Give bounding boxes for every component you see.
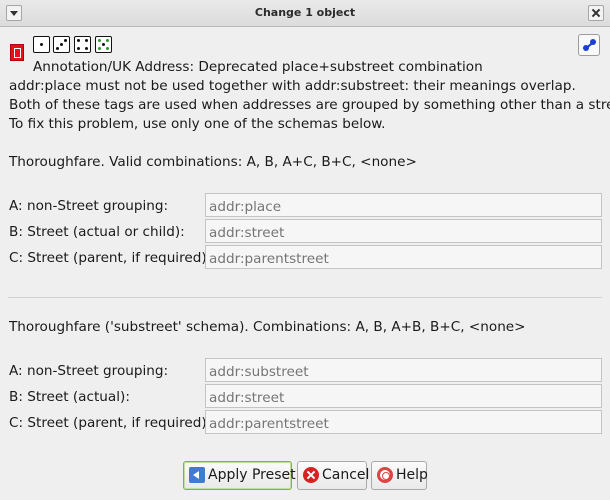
help-label: Help [396, 467, 428, 483]
section1-heading: Thoroughfare. Valid combinations: A, B, … [9, 154, 417, 170]
cancel-button[interactable]: Cancel [297, 461, 370, 490]
preset-heading: Annotation/UK Address: Deprecated place+… [33, 59, 483, 75]
description-line-3: To fix this problem, use only one of the… [9, 116, 386, 132]
close-icon[interactable] [588, 5, 604, 21]
cancel-label: Cancel [322, 467, 370, 483]
description-line-1: addr:place must not be used together wit… [9, 78, 576, 94]
title-bar: Change 1 object [0, 0, 610, 27]
section-separator [8, 297, 602, 298]
dice-five-icon [95, 36, 112, 53]
node-preset-icon[interactable] [578, 34, 600, 56]
section2-label-b: B: Street (actual): [9, 389, 130, 405]
josm-file-icon [10, 44, 24, 61]
dice-three-icon [53, 36, 70, 53]
lifebuoy-help-icon [377, 467, 393, 483]
apply-preset-button[interactable]: Apply Preset [183, 461, 296, 490]
section1-input-c[interactable] [205, 245, 602, 269]
section1-input-a[interactable] [205, 193, 602, 217]
section1-label-a: A: non-Street grouping: [9, 198, 169, 214]
description-line-2: Both of these tags are used when address… [9, 97, 610, 113]
help-button[interactable]: Help [371, 461, 428, 490]
section2-label-c: C: Street (parent, if required): [9, 415, 212, 431]
cancel-icon [303, 467, 319, 483]
section2-input-c[interactable] [205, 410, 602, 434]
window-title: Change 1 object [254, 6, 356, 19]
section2-input-a[interactable] [205, 358, 602, 382]
section2-heading: Thoroughfare ('substreet' schema). Combi… [9, 319, 526, 335]
section1-label-c: C: Street (parent, if required): [9, 250, 212, 266]
apply-preset-label: Apply Preset [208, 467, 296, 483]
section1-label-b: B: Street (actual or child): [9, 224, 185, 240]
section2-input-b[interactable] [205, 384, 602, 408]
section2-label-a: A: non-Street grouping: [9, 363, 169, 379]
dice-one-icon [33, 36, 50, 53]
apply-arrow-icon [189, 467, 205, 483]
dice-four-icon [74, 36, 91, 53]
section1-input-b[interactable] [205, 219, 602, 243]
